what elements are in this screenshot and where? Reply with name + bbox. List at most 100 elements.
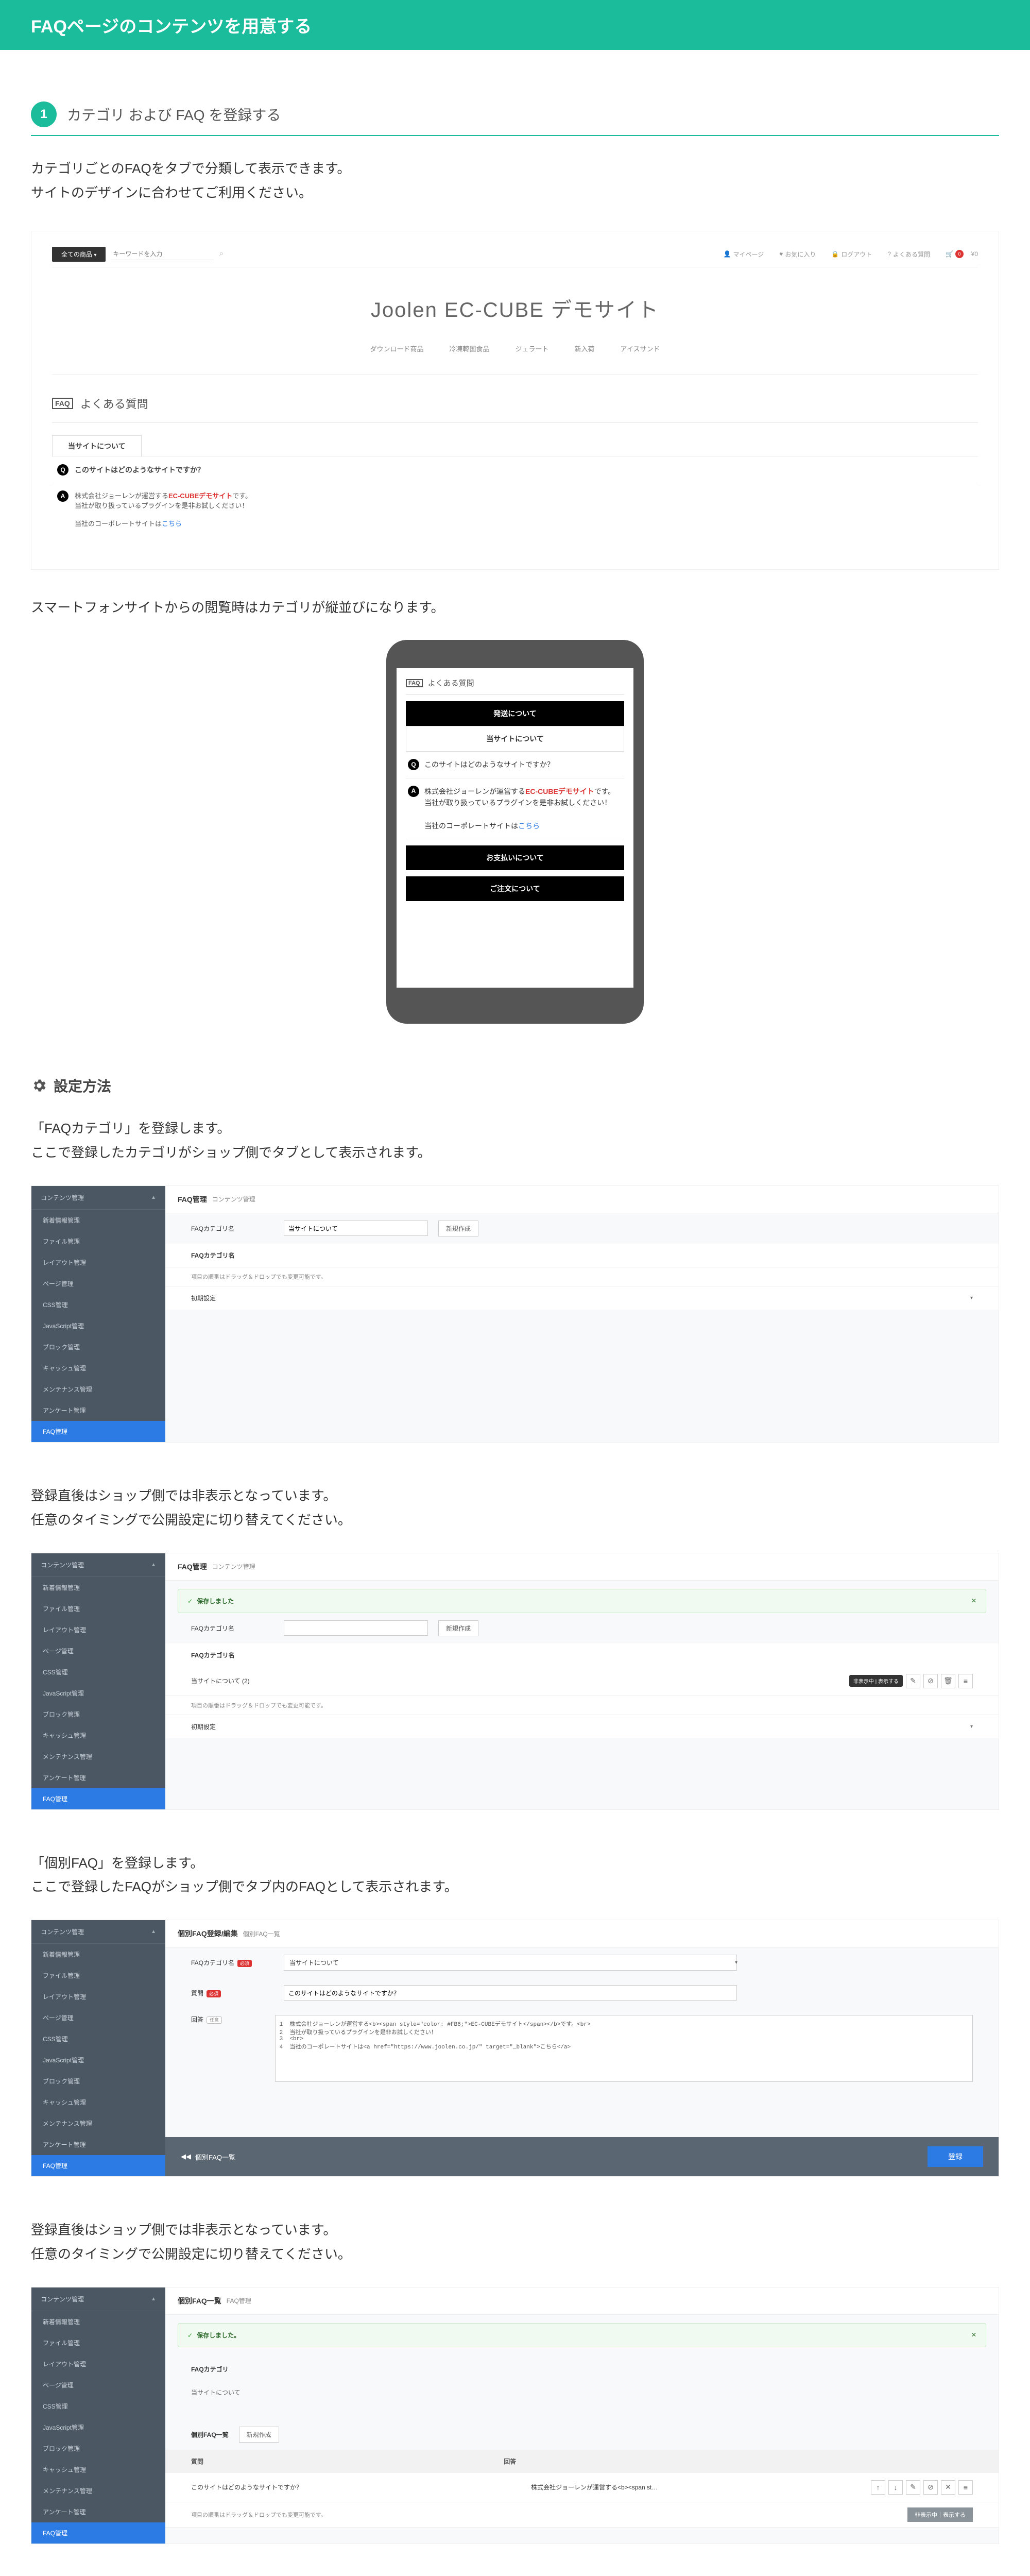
sidebar-item[interactable]: キャッシュ管理 (31, 2092, 165, 2113)
category-select[interactable]: 全ての商品 ▾ (52, 247, 106, 262)
sidebar-item[interactable]: JavaScript管理 (31, 1315, 165, 1336)
sidebar-item[interactable]: レイアウト管理 (31, 2353, 165, 2375)
sidebar-item[interactable]: JavaScript管理 (31, 2049, 165, 2071)
nav-item[interactable]: 新入荷 (575, 344, 595, 353)
side-section-toggle[interactable]: コンテンツ管理▲ (31, 2287, 165, 2311)
nav-item[interactable]: アイスサンド (621, 344, 660, 353)
phone-faq-heading: FAQ よくある質問 (406, 677, 624, 695)
sidebar-item[interactable]: レイアウト管理 (31, 1986, 165, 2007)
phone-question[interactable]: Qこのサイトはどのようなサイトですか？ (406, 752, 624, 778)
phone-cat-active[interactable]: 当サイトについて (406, 726, 624, 752)
faq-link[interactable]: ? よくある質問 (887, 250, 930, 259)
phone-cat-button[interactable]: ご注文について (406, 876, 624, 901)
close-icon[interactable]: ✕ (941, 2480, 955, 2495)
cart-link[interactable]: 🛒0 ¥0 (946, 250, 978, 258)
sidebar-item[interactable]: JavaScript管理 (31, 1683, 165, 1704)
search-input[interactable] (111, 248, 214, 260)
edit-icon[interactable]: ✎ (906, 2480, 920, 2495)
sidebar-item[interactable]: ページ管理 (31, 2007, 165, 2028)
sidebar-item[interactable]: JavaScript管理 (31, 2417, 165, 2438)
side-section-toggle[interactable]: コンテンツ管理▲ (31, 1553, 165, 1577)
sidebar-item-faq[interactable]: FAQ管理 (31, 1788, 165, 1809)
sidebar-item[interactable]: CSS管理 (31, 2028, 165, 2049)
sidebar-item-faq[interactable]: FAQ管理 (31, 1421, 165, 1442)
sidebar-item[interactable]: 新着情報管理 (31, 1210, 165, 1231)
sidebar-item[interactable]: CSS管理 (31, 1294, 165, 1315)
sidebar-item[interactable]: メンテナンス管理 (31, 2113, 165, 2134)
sidebar-item[interactable]: ページ管理 (31, 1273, 165, 1294)
category-name-input[interactable] (284, 1221, 428, 1236)
question-input[interactable] (284, 1985, 737, 2001)
chevron-down-icon: ▾ (970, 1295, 973, 1301)
field-label: 回答任意 (191, 2015, 265, 2024)
gear-icon (31, 1077, 47, 1094)
close-icon[interactable]: ✕ (971, 1597, 976, 1604)
sidebar-item[interactable]: 新着情報管理 (31, 1944, 165, 1965)
sidebar-item[interactable]: ファイル管理 (31, 1965, 165, 1986)
sidebar-item[interactable]: レイアウト管理 (31, 1619, 165, 1640)
visibility-icon[interactable]: ⊘ (923, 1674, 938, 1688)
sidebar-item[interactable]: ブロック管理 (31, 2438, 165, 2459)
new-button[interactable]: 新規作成 (438, 1221, 478, 1236)
category-row[interactable]: 初期設定 ▾ (165, 1286, 999, 1310)
sidebar-item[interactable]: キャッシュ管理 (31, 1725, 165, 1746)
sidebar-item[interactable]: ファイル管理 (31, 2332, 165, 2353)
delete-icon[interactable]: 🗑 (941, 1674, 955, 1688)
sidebar-item[interactable]: キャッシュ管理 (31, 1358, 165, 1379)
mypage-link[interactable]: 👤 マイページ (723, 250, 764, 259)
sidebar-item[interactable]: アンケート管理 (31, 2134, 165, 2155)
move-down-icon[interactable]: ↓ (888, 2480, 903, 2495)
visibility-icon[interactable]: ⊘ (923, 2480, 938, 2495)
nav-item[interactable]: 冷凍韓国食品 (450, 344, 490, 353)
sidebar-item[interactable]: キャッシュ管理 (31, 2459, 165, 2480)
logout-link[interactable]: 🔒 ログアウト (831, 250, 872, 259)
sidebar-item[interactable]: アンケート管理 (31, 1767, 165, 1788)
sidebar-item[interactable]: ブロック管理 (31, 2071, 165, 2092)
corporate-link[interactable]: こちら (162, 520, 182, 528)
close-icon[interactable]: ✕ (971, 2331, 976, 2338)
nav-item[interactable]: ジェラート (516, 344, 549, 353)
drag-handle-icon[interactable]: ≡ (958, 2480, 973, 2495)
move-up-icon[interactable]: ↑ (871, 2480, 885, 2495)
sidebar-item[interactable]: メンテナンス管理 (31, 1379, 165, 1400)
faq-tab[interactable]: 当サイトについて (52, 435, 142, 456)
sidebar-item[interactable]: CSS管理 (31, 2396, 165, 2417)
category-select[interactable]: 当サイトについて (284, 1955, 737, 1971)
edit-icon[interactable]: ✎ (906, 1674, 920, 1688)
visibility-toggle-button[interactable]: 非表示中｜表示する (907, 2507, 973, 2522)
register-button[interactable]: 登録 (928, 2146, 983, 2167)
sidebar-item[interactable]: ブロック管理 (31, 1336, 165, 1358)
sidebar-item[interactable]: ページ管理 (31, 1640, 165, 1662)
sidebar-item[interactable]: 新着情報管理 (31, 2311, 165, 2332)
new-button[interactable]: 新規作成 (438, 1620, 478, 1636)
sidebar-item[interactable]: メンテナンス管理 (31, 1746, 165, 1767)
sidebar-item-faq[interactable]: FAQ管理 (31, 2522, 165, 2544)
answer-textarea[interactable] (275, 2015, 973, 2082)
sidebar-item[interactable]: ファイル管理 (31, 1598, 165, 1619)
nav-item[interactable]: ダウンロード商品 (370, 344, 423, 353)
phone-cat-button[interactable]: お支払いについて (406, 845, 624, 870)
faq-question-row[interactable]: Q このサイトはどのようなサイトですか？ (52, 456, 978, 483)
favorites-link[interactable]: ♥ お気に入り (779, 250, 816, 259)
category-row[interactable]: 初期設定 ▾ (165, 1715, 999, 1738)
side-section-toggle[interactable]: コンテンツ管理▲ (31, 1920, 165, 1944)
corporate-link[interactable]: こちら (518, 822, 540, 830)
sidebar-item[interactable]: 新着情報管理 (31, 1577, 165, 1598)
sidebar-item[interactable]: メンテナンス管理 (31, 2480, 165, 2501)
search-icon[interactable]: ⌕ (219, 249, 224, 259)
side-section-toggle[interactable]: コンテンツ管理▲ (31, 1186, 165, 1210)
drag-handle-icon[interactable]: ≡ (958, 1674, 973, 1688)
sidebar-item[interactable]: CSS管理 (31, 1662, 165, 1683)
sidebar-item[interactable]: ブロック管理 (31, 1704, 165, 1725)
sidebar-item[interactable]: ファイル管理 (31, 1231, 165, 1252)
sidebar-item[interactable]: アンケート管理 (31, 2501, 165, 2522)
phone-cat-button[interactable]: 発送について (406, 701, 624, 726)
sidebar-item[interactable]: ページ管理 (31, 2375, 165, 2396)
sidebar-item[interactable]: レイアウト管理 (31, 1252, 165, 1273)
sidebar-item-faq[interactable]: FAQ管理 (31, 2155, 165, 2176)
back-link[interactable]: ◀◀個別FAQ一覧 (181, 2152, 235, 2162)
new-button[interactable]: 新規作成 (239, 2427, 279, 2443)
field-label: FAQカテゴリ名 (191, 1624, 273, 1633)
sidebar-item[interactable]: アンケート管理 (31, 1400, 165, 1421)
category-name-input[interactable] (284, 1620, 428, 1636)
